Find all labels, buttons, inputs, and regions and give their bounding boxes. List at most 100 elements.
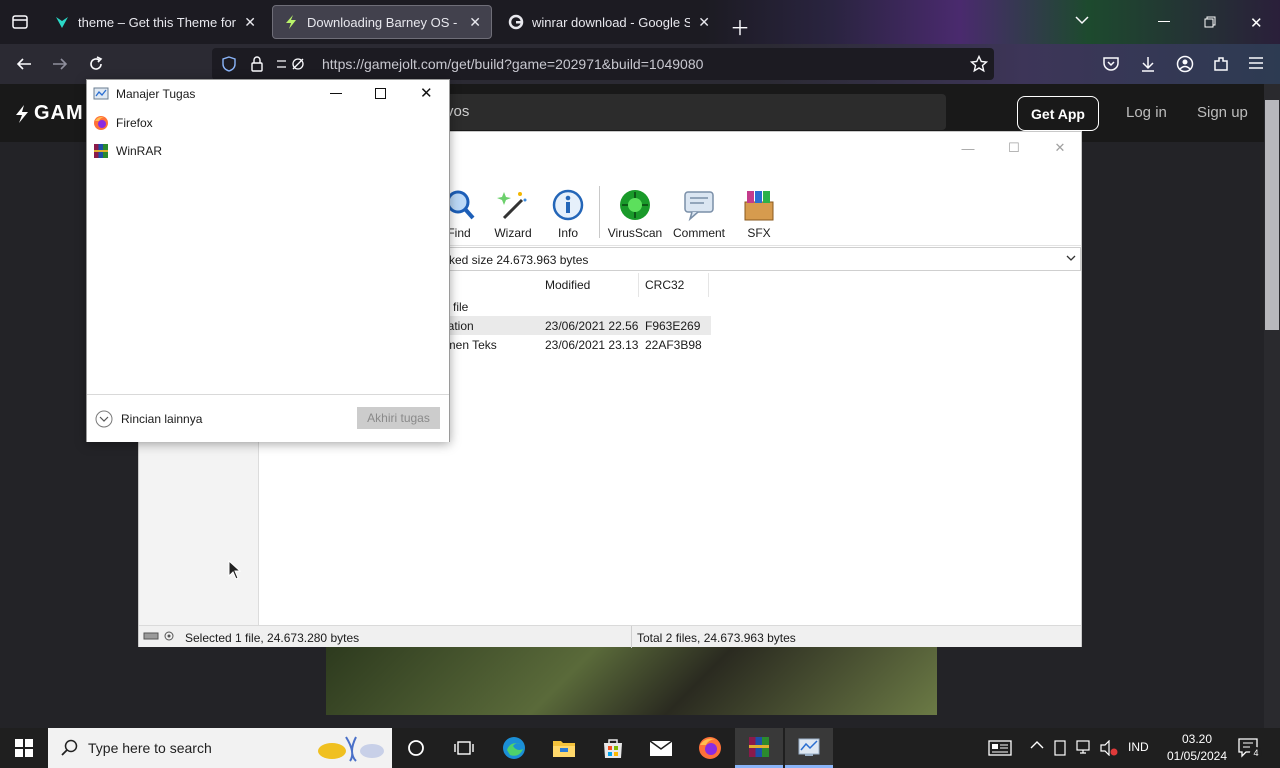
task-manager-taskbar-icon[interactable]: [785, 728, 833, 768]
mouse-cursor-icon: [228, 560, 242, 580]
close-tab-icon[interactable]: ✕: [244, 14, 256, 31]
mail-icon[interactable]: [637, 728, 685, 768]
clock-date: 01/05/2024: [1166, 749, 1228, 763]
comment-icon: [684, 191, 714, 222]
column-header-modified[interactable]: Modified: [539, 273, 639, 297]
browser-tab[interactable]: theme – Get this Theme for ✕: [44, 0, 266, 44]
column-header-crc32[interactable]: CRC32: [639, 273, 709, 297]
close-window-icon[interactable]: ✕: [1250, 14, 1263, 32]
notification-count: 4: [1250, 747, 1262, 759]
sfx-icon: [744, 191, 774, 221]
extensions-icon[interactable]: [1212, 55, 1230, 73]
start-button[interactable]: [0, 728, 48, 768]
login-link[interactable]: Log in: [1126, 104, 1167, 121]
show-hidden-icons-chevron-icon[interactable]: [1030, 740, 1044, 750]
game-video-preview[interactable]: [326, 647, 937, 715]
close-icon[interactable]: ✕: [420, 84, 433, 102]
downloads-icon[interactable]: [1139, 55, 1157, 73]
app-menu-icon[interactable]: [1249, 57, 1263, 69]
cortana-icon[interactable]: [392, 728, 440, 768]
volume-muted-icon[interactable]: [1100, 740, 1118, 756]
signup-link[interactable]: Sign up: [1197, 104, 1248, 121]
status-divider: [631, 626, 632, 648]
minimize-icon[interactable]: —: [945, 138, 991, 158]
back-arrow-icon[interactable]: [12, 52, 36, 76]
wizard-icon: [497, 192, 527, 220]
minimize-icon[interactable]: [330, 93, 342, 94]
task-item-winrar[interactable]: WinRAR: [93, 140, 162, 162]
close-icon[interactable]: ✕: [1037, 138, 1083, 158]
microsoft-store-icon[interactable]: [589, 728, 637, 768]
gamejolt-search-input[interactable]: vos: [370, 94, 946, 130]
account-icon[interactable]: [1176, 55, 1194, 73]
file-crc: 22AF3B98: [645, 337, 702, 352]
task-item-firefox[interactable]: Firefox: [93, 112, 153, 134]
task-manager-window: Manajer Tugas ✕ Firefox WinRAR Rincian l…: [86, 79, 450, 442]
browser-tab-bar: theme – Get this Theme for ✕ Downloading…: [0, 0, 1280, 44]
taskbar-search-input[interactable]: Type here to search: [48, 728, 392, 768]
news-widget-icon[interactable]: [988, 740, 1012, 756]
lock-icon[interactable]: [250, 56, 264, 72]
sfx-button[interactable]: SFX: [729, 188, 789, 240]
permissions-icon[interactable]: [276, 57, 306, 71]
google-icon: [508, 14, 524, 30]
maximize-icon[interactable]: [375, 88, 386, 99]
wizard-button[interactable]: Wizard: [483, 188, 543, 240]
toolbar-separator: [599, 186, 600, 238]
more-details-toggle[interactable]: Rincian lainnya: [95, 410, 202, 428]
tab-list-icon: [12, 15, 28, 29]
winrar-status-bar: Selected 1 file, 24.673.280 bytes Total …: [139, 625, 1081, 648]
firefox-taskbar-icon[interactable]: [686, 728, 734, 768]
clock-time: 03.20: [1181, 732, 1213, 746]
chevron-down-icon[interactable]: [1066, 254, 1076, 262]
drive-icon: [143, 631, 177, 641]
info-button[interactable]: Info: [538, 188, 598, 240]
edge-icon[interactable]: [490, 728, 538, 768]
page-scrollbar-thumb[interactable]: [1265, 100, 1279, 330]
taskbar-clock[interactable]: 03.20 01/05/2024: [1160, 731, 1234, 765]
gamejolt-logo[interactable]: GAM: [14, 102, 84, 125]
winrar-taskbar-icon[interactable]: [735, 728, 783, 768]
chevron-down-circle-icon: [95, 410, 113, 428]
notification-center-icon[interactable]: 4: [1238, 738, 1262, 759]
info-icon: [552, 189, 584, 221]
reload-icon[interactable]: [84, 52, 108, 76]
tracking-protection-shield-icon[interactable]: [222, 56, 236, 72]
virusscan-button[interactable]: VirusScan: [605, 188, 665, 240]
tab-overflow-chevron-icon[interactable]: [1074, 14, 1090, 26]
file-crc: F963E269: [645, 318, 701, 333]
browser-tab-active[interactable]: Downloading Barney OS - Gam ✕: [272, 5, 492, 39]
tablet-icon[interactable]: [1054, 740, 1066, 756]
file-explorer-icon[interactable]: [540, 728, 588, 768]
maximize-icon[interactable]: ☐: [991, 138, 1037, 158]
close-tab-icon[interactable]: ✕: [469, 14, 481, 31]
tab-title: Downloading Barney OS - Gam: [307, 14, 461, 30]
task-manager-titlebar[interactable]: Manajer Tugas: [93, 83, 323, 105]
status-selected: Selected 1 file, 24.673.280 bytes: [185, 631, 360, 645]
comment-button[interactable]: Comment: [669, 188, 729, 240]
tab-title: theme – Get this Theme for: [78, 14, 236, 30]
url-bar[interactable]: https://gamejolt.com/get/build?game=2029…: [212, 48, 994, 80]
windows-logo-icon: [15, 739, 33, 757]
save-to-pocket-icon[interactable]: [1102, 56, 1120, 72]
virusscan-icon: [620, 190, 650, 220]
minimize-window-icon[interactable]: [1158, 21, 1170, 22]
get-app-button[interactable]: Get App: [1017, 96, 1099, 131]
restore-window-icon[interactable]: [1204, 16, 1216, 28]
new-tab-button[interactable]: ＋: [730, 12, 750, 41]
forward-arrow-icon[interactable]: [48, 52, 72, 76]
input-language[interactable]: IND: [1128, 740, 1149, 754]
gamejolt-wolf-icon: [54, 14, 70, 30]
search-placeholder: Type here to search: [88, 740, 212, 756]
close-tab-icon[interactable]: ✕: [698, 14, 710, 31]
url-text: https://gamejolt.com/get/build?game=2029…: [322, 56, 704, 72]
network-icon[interactable]: [1076, 740, 1094, 756]
tab-list-button[interactable]: [10, 12, 30, 32]
end-task-button[interactable]: Akhiri tugas: [357, 407, 440, 429]
winrar-icon: [94, 144, 108, 158]
browser-tab[interactable]: winrar download - Google Sear ✕: [498, 0, 720, 44]
search-icon: [60, 739, 78, 757]
bookmark-star-icon[interactable]: [970, 55, 988, 73]
gamejolt-bolt-icon: [16, 104, 28, 123]
task-view-icon[interactable]: [440, 728, 488, 768]
